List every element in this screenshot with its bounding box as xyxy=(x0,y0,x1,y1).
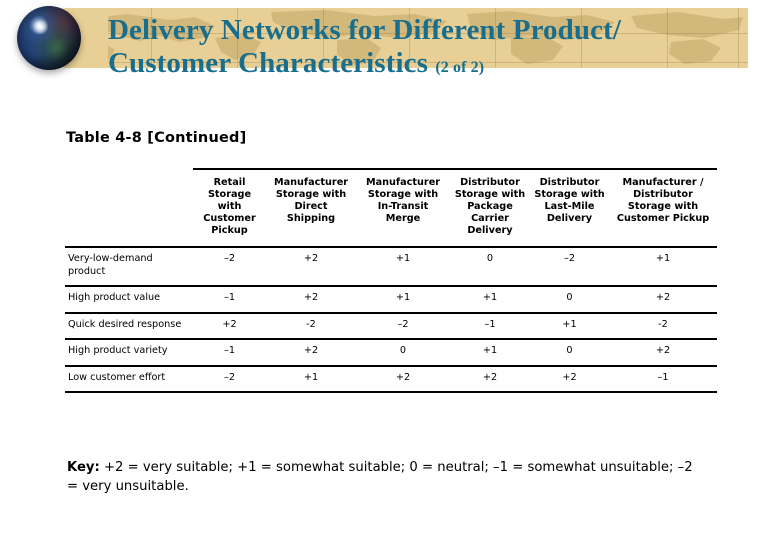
key-text: +2 = very suitable; +1 = somewhat suitab… xyxy=(67,460,693,494)
row-label: Quick desired response xyxy=(65,311,193,340)
table-body: Very-low-demand product –2 +2 +1 0 –2 +1… xyxy=(65,246,717,394)
table-cell: +1 xyxy=(266,364,356,394)
page-title-line2: Customer Characteristics xyxy=(108,47,428,79)
table-row: Low customer effort –2 +1 +2 +2 +2 –1 xyxy=(65,364,717,394)
table-row: High product value –1 +2 +1 +1 0 +2 xyxy=(65,285,717,313)
table-cell: +2 xyxy=(193,311,266,340)
table-cell: -2 xyxy=(609,311,717,340)
table-cell: 0 xyxy=(530,338,609,366)
table-cell: –1 xyxy=(609,364,717,394)
table-cell: -2 xyxy=(266,311,356,340)
table-cell: +1 xyxy=(356,285,450,313)
table-row: High product variety –1 +2 0 +1 0 +2 xyxy=(65,338,717,366)
table-cell: +1 xyxy=(450,285,530,313)
table-cell: +1 xyxy=(450,338,530,366)
table-cell: 0 xyxy=(356,338,450,366)
table-cell: –2 xyxy=(530,246,609,287)
table-cell: –2 xyxy=(193,364,266,394)
table-cell: +2 xyxy=(266,338,356,366)
table-cell: –1 xyxy=(450,311,530,340)
table-cell: 0 xyxy=(450,246,530,287)
table-row: Quick desired response +2 -2 –2 –1 +1 -2 xyxy=(65,311,717,340)
key-label: Key: xyxy=(67,460,100,475)
table-column-header: Distributor Storage with Last-Mile Deliv… xyxy=(530,167,609,248)
table-column-header: Manufacturer Storage with Direct Shippin… xyxy=(266,167,356,248)
table-row: Very-low-demand product –2 +2 +1 0 –2 +1 xyxy=(65,246,717,287)
table-cell: –2 xyxy=(356,311,450,340)
table-cell: +2 xyxy=(450,364,530,394)
table-column-header: Distributor Storage with Package Carrier… xyxy=(450,167,530,248)
table-header-row: Retail Storage with Customer Pickup Manu… xyxy=(65,167,717,248)
table-cell: +1 xyxy=(530,311,609,340)
table-column-header: Manufacturer / Distributor Storage with … xyxy=(609,167,717,248)
table-cell: 0 xyxy=(530,285,609,313)
page-title-line1: Delivery Networks for Different Product/ xyxy=(108,14,621,46)
table-cell: –2 xyxy=(193,246,266,287)
table-key-note: Key: +2 = very suitable; +1 = somewhat s… xyxy=(67,458,707,496)
table-cell: +2 xyxy=(266,285,356,313)
table-caption: Table 4-8 [Continued] xyxy=(66,130,247,146)
row-label: Low customer effort xyxy=(65,364,193,394)
table-cell: +1 xyxy=(609,246,717,287)
row-label: High product value xyxy=(65,285,193,313)
table-cell: +2 xyxy=(356,364,450,394)
row-label: Very-low-demand product xyxy=(65,246,193,287)
table-column-header: Manufacturer Storage with In-Transit Mer… xyxy=(356,167,450,248)
globe-highlight xyxy=(32,20,49,35)
table-column-header: Retail Storage with Customer Pickup xyxy=(193,167,266,248)
table-cell: +2 xyxy=(266,246,356,287)
globe-icon xyxy=(17,6,81,70)
table-cell: –1 xyxy=(193,338,266,366)
table-header: Retail Storage with Customer Pickup Manu… xyxy=(65,167,717,248)
table-cell: +2 xyxy=(530,364,609,394)
table-cell: +2 xyxy=(609,338,717,366)
table-header-blank xyxy=(65,169,193,247)
page-title-suffix: (2 of 2) xyxy=(435,59,485,76)
row-label: High product variety xyxy=(65,338,193,366)
table-cell: –1 xyxy=(193,285,266,313)
table-cell: +1 xyxy=(356,246,450,287)
page-title: Delivery Networks for Different Product/… xyxy=(108,14,758,84)
table-cell: +2 xyxy=(609,285,717,313)
delivery-network-table: Retail Storage with Customer Pickup Manu… xyxy=(65,167,717,394)
